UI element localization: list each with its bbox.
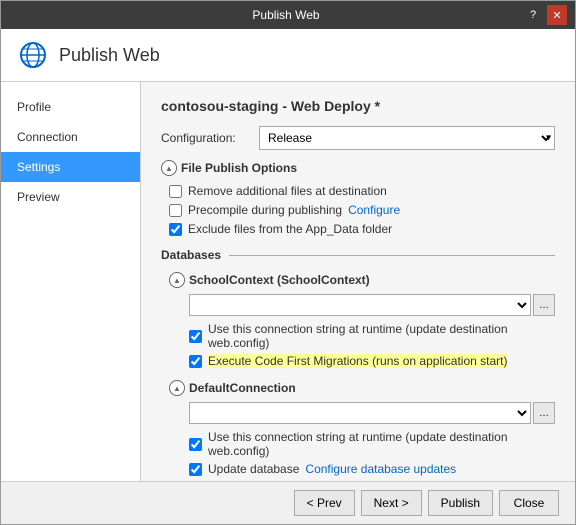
window-close-button[interactable]: ✕: [547, 5, 567, 25]
school-context-ellipsis-button[interactable]: …: [533, 294, 555, 316]
configure-db-updates-link[interactable]: Configure database updates: [305, 462, 456, 476]
school-context-migrations-row: Execute Code First Migrations (runs on a…: [189, 354, 555, 368]
globe-icon: [17, 39, 49, 71]
content-area: contosou-staging - Web Deploy * Configur…: [141, 82, 575, 481]
exclude-app-data-checkbox[interactable]: [169, 223, 182, 236]
sidebar-item-connection[interactable]: Connection: [1, 122, 140, 152]
page-title: contosou-staging - Web Deploy *: [161, 98, 555, 114]
title-bar: Publish Web ? ✕: [1, 1, 575, 29]
configuration-select-wrapper: Release: [259, 126, 555, 150]
collapse-default-connection-icon[interactable]: ▲: [169, 380, 185, 396]
title-bar-buttons: ? ✕: [523, 5, 567, 25]
default-connection-string-label: Use this connection string at runtime (u…: [208, 430, 555, 458]
default-connection-update-db-row: Update database Configure database updat…: [189, 462, 555, 476]
publish-web-window: Publish Web ? ✕ Publish Web Profile Conn…: [0, 0, 576, 525]
precompile-checkbox[interactable]: [169, 204, 182, 217]
default-connection-title: DefaultConnection: [189, 381, 296, 395]
default-connection-header: ▲ DefaultConnection: [169, 380, 555, 396]
default-connection-select[interactable]: [189, 402, 531, 424]
configuration-row: Configuration: Release: [161, 126, 555, 150]
checkbox-precompile: Precompile during publishing Configure: [161, 203, 555, 217]
school-context-header: ▲ SchoolContext (SchoolContext): [169, 272, 555, 288]
header: Publish Web: [1, 29, 575, 82]
default-connection-string-row: Use this connection string at runtime (u…: [189, 430, 555, 458]
checkbox-remove-additional: Remove additional files at destination: [161, 184, 555, 198]
sidebar-item-settings[interactable]: Settings: [1, 152, 140, 182]
school-context-select-row: …: [169, 294, 555, 316]
checkbox-exclude-app-data: Exclude files from the App_Data folder: [161, 222, 555, 236]
remove-additional-checkbox[interactable]: [169, 185, 182, 198]
sidebar-item-preview[interactable]: Preview: [1, 182, 140, 212]
sidebar-item-profile[interactable]: Profile: [1, 92, 140, 122]
next-button[interactable]: Next >: [361, 490, 422, 516]
header-title: Publish Web: [59, 45, 160, 66]
school-context-connection-string-checkbox[interactable]: [189, 330, 202, 343]
configuration-label: Configuration:: [161, 131, 251, 145]
publish-button[interactable]: Publish: [428, 490, 493, 516]
default-connection-update-db-label: Update database: [208, 462, 299, 476]
close-button[interactable]: Close: [499, 490, 559, 516]
default-connection-update-db-checkbox[interactable]: [189, 463, 202, 476]
main-content: Profile Connection Settings Preview cont…: [1, 82, 575, 481]
collapse-school-context-icon[interactable]: ▲: [169, 272, 185, 288]
default-connection-ellipsis-button[interactable]: …: [533, 402, 555, 424]
sidebar: Profile Connection Settings Preview: [1, 82, 141, 481]
school-context-title: SchoolContext (SchoolContext): [189, 273, 370, 287]
prev-button[interactable]: < Prev: [294, 490, 355, 516]
default-connection-subsection: ▲ DefaultConnection … Use this connectio…: [161, 380, 555, 476]
default-connection-select-row: …: [169, 402, 555, 424]
databases-divider: [229, 255, 555, 256]
default-connection-checkboxes: Use this connection string at runtime (u…: [169, 430, 555, 476]
collapse-file-publish-icon[interactable]: ▲: [161, 160, 177, 176]
help-button[interactable]: ?: [523, 5, 543, 25]
school-context-connection-string-row: Use this connection string at runtime (u…: [189, 322, 555, 350]
school-context-subsection: ▲ SchoolContext (SchoolContext) … Use th…: [161, 272, 555, 368]
databases-label: Databases: [161, 248, 221, 262]
window-title: Publish Web: [49, 8, 523, 22]
precompile-configure-link[interactable]: Configure: [348, 203, 400, 217]
databases-header: Databases: [161, 248, 555, 262]
configuration-select[interactable]: Release: [259, 126, 555, 150]
school-context-migrations-label: Execute Code First Migrations (runs on a…: [208, 354, 507, 368]
school-context-checkboxes: Use this connection string at runtime (u…: [169, 322, 555, 368]
exclude-app-data-label: Exclude files from the App_Data folder: [188, 222, 392, 236]
precompile-label: Precompile during publishing: [188, 203, 342, 217]
databases-section: Databases ▲ SchoolContext (SchoolContext…: [161, 248, 555, 476]
school-context-migrations-checkbox[interactable]: [189, 355, 202, 368]
footer: < Prev Next > Publish Close: [1, 481, 575, 524]
file-publish-options-header: ▲ File Publish Options: [161, 160, 555, 176]
file-publish-options-title: File Publish Options: [181, 161, 297, 175]
default-connection-string-checkbox[interactable]: [189, 438, 202, 451]
remove-additional-label: Remove additional files at destination: [188, 184, 387, 198]
school-context-connection-string-label: Use this connection string at runtime (u…: [208, 322, 555, 350]
school-context-connection-select[interactable]: [189, 294, 531, 316]
